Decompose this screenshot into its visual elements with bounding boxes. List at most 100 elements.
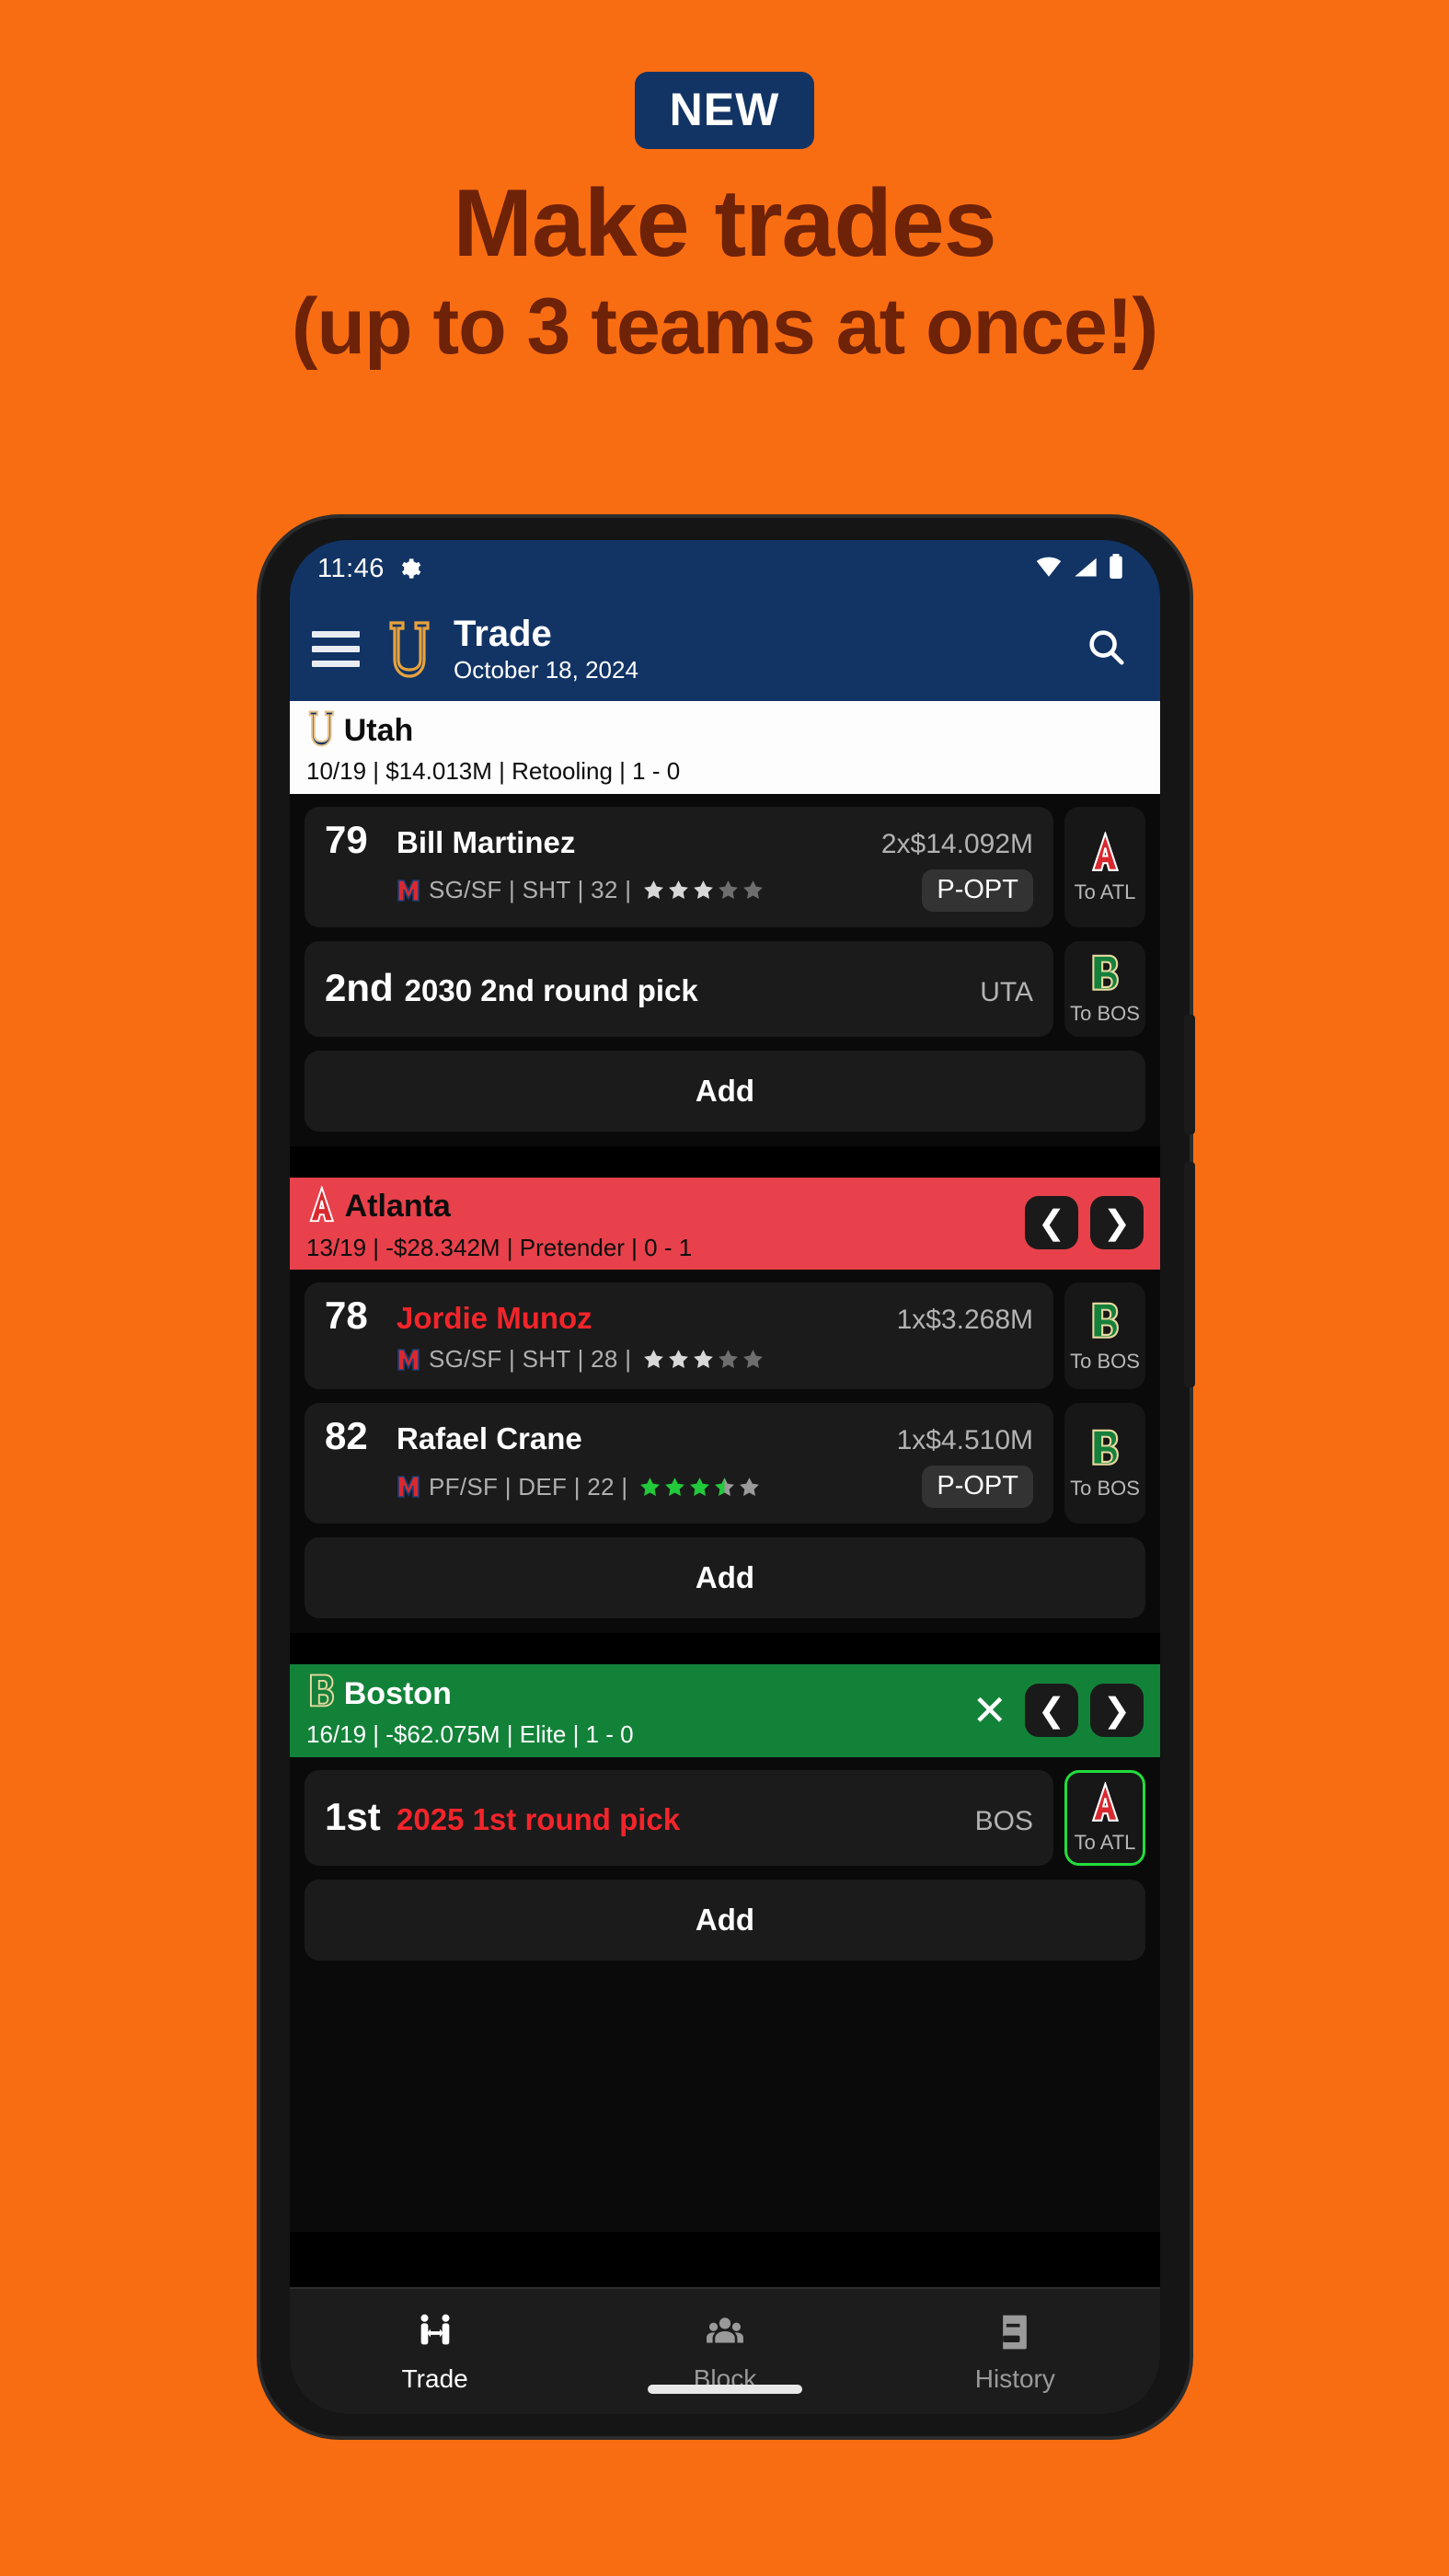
team-header-info: Utah 10/19 | $14.013M | Retooling | 1 - … — [306, 709, 1144, 785]
bottom-nav-label: History — [974, 2364, 1055, 2393]
phone-volume-button — [1184, 1015, 1195, 1134]
next-team-button[interactable]: ❯ — [1090, 1683, 1144, 1737]
add-asset-button[interactable]: Add — [305, 1050, 1145, 1132]
phone-screen: 11:46 Trade October 18, 2024 Utah 10/19 … — [290, 540, 1160, 2414]
player-card[interactable]: 82 Rafael Crane 1x$4.510M PF/SF | DEF | … — [305, 1403, 1053, 1524]
bottom-nav-item-trade[interactable]: Trade — [290, 2289, 580, 2414]
player-contract: 2x$14.092M — [880, 828, 1033, 859]
boston-b-logo — [1088, 1301, 1121, 1348]
next-team-button[interactable]: ❯ — [1090, 1196, 1144, 1250]
utah-u-logo — [306, 709, 337, 753]
trade-destination-button[interactable]: To BOS — [1064, 1282, 1145, 1390]
asset-row: 82 Rafael Crane 1x$4.510M PF/SF | DEF | … — [305, 1403, 1145, 1524]
add-asset-button[interactable]: Add — [305, 1879, 1145, 1961]
add-asset-button[interactable]: Add — [305, 1537, 1145, 1619]
trade-handshake-icon — [414, 2311, 456, 2358]
status-bar: 11:46 — [290, 540, 1160, 597]
team-assets-list: 78 Jordie Munoz 1x$3.268M SG/SF | SHT | … — [290, 1270, 1160, 1524]
trade-destination-button[interactable]: To BOS — [1064, 940, 1145, 1037]
promo-headline-line2: (up to 3 teams at once!) — [291, 282, 1158, 372]
player-star-rating — [642, 1348, 765, 1371]
team-section-boston: Boston 16/19 | -$62.075M | Elite | 1 - 0… — [290, 1664, 1160, 1961]
team-subtitle: 13/19 | -$28.342M | Pretender | 0 - 1 — [306, 1233, 693, 1261]
home-indicator — [648, 2385, 802, 2394]
team-name: Atlanta — [344, 1189, 451, 1225]
team-name: Utah — [343, 712, 414, 748]
trade-destination-label: To BOS — [1070, 1477, 1140, 1501]
player-meta: SG/SF | SHT | 28 | — [429, 1345, 632, 1374]
team-section-utah: Utah 10/19 | $14.013M | Retooling | 1 - … — [290, 701, 1160, 1132]
bottom-nav-item-history[interactable]: History — [870, 2289, 1160, 2414]
team-header-title-row: Atlanta — [306, 1184, 1025, 1229]
team-assets-list: 79 Bill Martinez 2x$14.092M SG/SF | SHT … — [290, 794, 1160, 1037]
app-date: October 18, 2024 — [454, 656, 638, 684]
remove-team-button[interactable]: ✕ — [972, 1689, 1007, 1731]
trade-destination-label: To BOS — [1070, 1349, 1140, 1373]
teams-container: Utah 10/19 | $14.013M | Retooling | 1 - … — [290, 701, 1160, 1961]
player-meta: SG/SF | SHT | 32 | — [429, 876, 632, 904]
player-overall-rating: 78 — [325, 1294, 368, 1338]
trade-body: Utah 10/19 | $14.013M | Retooling | 1 - … — [290, 701, 1160, 2414]
team-header-utah[interactable]: Utah 10/19 | $14.013M | Retooling | 1 - … — [290, 701, 1160, 794]
status-bar-icons — [1035, 554, 1123, 583]
player-option-badge: P-OPT — [922, 1466, 1033, 1509]
team-header-info: Boston 16/19 | -$62.075M | Elite | 1 - 0 — [306, 1673, 972, 1748]
gear-icon — [397, 557, 421, 581]
prev-team-button[interactable]: ❮ — [1025, 1683, 1078, 1737]
draft-pick-top: 1st 2025 1st round pick BOS — [325, 1794, 1033, 1838]
player-name: Bill Martinez — [397, 824, 576, 859]
trade-destination-button[interactable]: To BOS — [1064, 1403, 1145, 1524]
team-assets-list: 1st 2025 1st round pick BOS To ATL — [290, 1757, 1160, 1866]
player-card-bottom: SG/SF | SHT | 28 | — [325, 1345, 1033, 1374]
trade-destination-label: To ATL — [1074, 880, 1136, 903]
player-card[interactable]: 78 Jordie Munoz 1x$3.268M SG/SF | SHT | … — [305, 1282, 1053, 1390]
player-card[interactable]: 79 Bill Martinez 2x$14.092M SG/SF | SHT … — [305, 806, 1053, 927]
player-name: Rafael Crane — [397, 1421, 582, 1456]
atlanta-a-logo — [1088, 1781, 1122, 1829]
draft-pick-owner: UTA — [980, 976, 1033, 1007]
app-bar: Trade October 18, 2024 — [290, 597, 1160, 701]
college-m-logo-red — [397, 1347, 420, 1373]
bottom-nav-label: Trade — [401, 2364, 468, 2393]
draft-pick-round: 2nd — [325, 965, 394, 1009]
prev-team-button[interactable]: ❮ — [1025, 1196, 1078, 1250]
team-header-atlanta[interactable]: Atlanta 13/19 | -$28.342M | Pretender | … — [290, 1177, 1160, 1271]
promo-headline-line1: Make trades — [453, 170, 996, 277]
trade-destination-label: To BOS — [1070, 1002, 1140, 1026]
draft-pick-card[interactable]: 1st 2025 1st round pick BOS — [305, 1769, 1053, 1866]
draft-pick-label: 2025 1st round pick — [397, 1801, 681, 1836]
boston-b-logo — [1088, 1428, 1121, 1475]
trade-destination-button[interactable]: To ATL — [1064, 1769, 1145, 1866]
signal-icon — [1073, 556, 1098, 582]
team-subtitle: 10/19 | $14.013M | Retooling | 1 - 0 — [306, 757, 681, 785]
team-header-title-row: Boston — [306, 1673, 972, 1716]
bottom-nav-item-block[interactable]: Block — [580, 2289, 869, 2414]
college-m-logo-red — [397, 1474, 420, 1500]
draft-pick-round: 1st — [325, 1794, 381, 1838]
player-card-top: 79 Bill Martinez 2x$14.092M — [325, 820, 1033, 859]
wifi-icon — [1035, 556, 1063, 582]
player-name: Jordie Munoz — [397, 1301, 592, 1336]
boston-b-logo — [1088, 953, 1121, 1000]
team-header-boston[interactable]: Boston 16/19 | -$62.075M | Elite | 1 - 0… — [290, 1664, 1160, 1757]
hamburger-menu-icon[interactable] — [312, 631, 360, 667]
trade-destination-label: To ATL — [1074, 1831, 1136, 1855]
bottom-nav-wrapper: Trade Block History — [290, 2232, 1160, 2414]
team-header-actions: ✕ ❮ ❯ — [972, 1683, 1144, 1737]
draft-pick-card[interactable]: 2nd 2030 2nd round pick UTA — [305, 940, 1053, 1037]
team-header-info: Atlanta 13/19 | -$28.342M | Pretender | … — [306, 1184, 1025, 1261]
player-card-top: 82 Rafael Crane 1x$4.510M — [325, 1417, 1033, 1455]
team-subtitle: 16/19 | -$62.075M | Elite | 1 - 0 — [306, 1720, 634, 1749]
bottom-navigation: Trade Block History — [290, 2287, 1160, 2414]
atlanta-a-logo — [1088, 830, 1122, 879]
trade-destination-button[interactable]: To ATL — [1064, 806, 1145, 927]
search-icon[interactable] — [1085, 626, 1127, 673]
asset-row: 1st 2025 1st round pick BOS To ATL — [305, 1769, 1145, 1866]
player-star-rating — [638, 1476, 761, 1499]
player-card-top: 78 Jordie Munoz 1x$3.268M — [325, 1296, 1033, 1335]
page-title: Trade — [454, 614, 552, 655]
player-meta: PF/SF | DEF | 22 | — [429, 1472, 628, 1501]
asset-row: 79 Bill Martinez 2x$14.092M SG/SF | SHT … — [305, 806, 1145, 927]
draft-pick-label: 2030 2nd round pick — [404, 972, 698, 1007]
promo-headline: Make trades (up to 3 teams at once!) — [0, 170, 1449, 372]
